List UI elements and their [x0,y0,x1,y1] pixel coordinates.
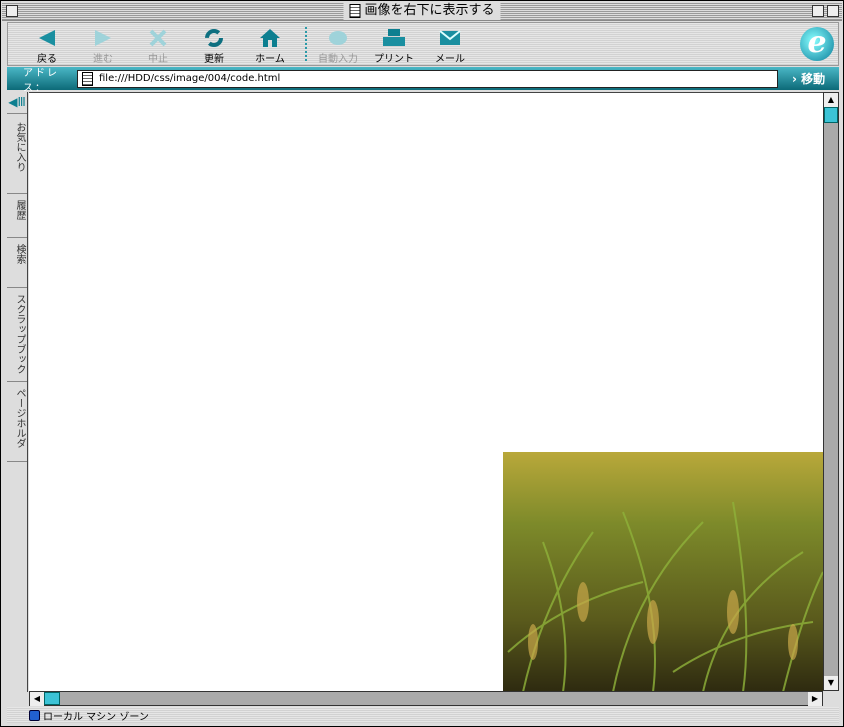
stop-button[interactable]: 中止 [130,26,186,65]
window-title: 画像を右下に表示する [364,3,495,18]
browser-window: 画像を右下に表示する 戻る 進む 中止 更新 ホーム 自動入力 プリント メール… [0,0,844,727]
home-button[interactable]: ホーム [242,26,298,65]
security-zone-text: ローカル マシン ゾーン [43,711,149,723]
close-box[interactable] [6,5,18,17]
address-label: アドレス： [23,67,59,94]
back-button[interactable]: 戻る [19,26,75,65]
vertical-scrollbar[interactable]: ▲ ▼ [823,92,839,691]
stop-x-icon [130,26,186,50]
computer-zone-icon [29,709,40,721]
mail-button[interactable]: メール [422,26,478,65]
autofill-pen-icon [310,26,366,50]
autofill-button[interactable]: 自動入力 [310,26,366,65]
ie-logo: e [800,27,834,61]
scroll-right-arrow-icon[interactable]: ▶ [808,692,822,706]
go-button[interactable]: › 移動 [792,70,825,87]
refresh-icon [186,26,242,50]
printer-icon [366,26,422,50]
collapse-box[interactable] [827,5,839,17]
title-bar[interactable]: 画像を右下に表示する [2,2,842,21]
status-bar: ローカル マシン ゾーン [7,707,839,723]
zoom-box[interactable] [812,5,824,17]
forward-button[interactable]: 進む [75,26,131,65]
refresh-button[interactable]: 更新 [186,26,242,65]
back-arrow-icon [19,26,75,50]
page-content [29,92,823,691]
tab-scrapbook[interactable]: スクラップブック [7,288,27,382]
print-button[interactable]: プリント [366,26,422,65]
scroll-up-arrow-icon[interactable]: ▲ [824,93,838,107]
forward-arrow-icon [75,26,131,50]
rice-field-image [503,452,823,691]
address-bar: アドレス： file:///HDD/css/image/004/code.htm… [7,67,839,94]
tab-history[interactable]: 履歴 [7,194,27,238]
tab-search[interactable]: 検索 [7,238,27,288]
address-url: file:///HDD/css/image/004/code.html [99,73,281,84]
tab-favorites[interactable]: お気に入り [7,116,27,194]
scroll-left-arrow-icon[interactable]: ◀ [30,692,44,706]
document-icon [349,4,361,18]
toolbar-separator [305,27,307,61]
tab-page-holder[interactable]: ページホルダ [7,382,27,462]
toolbar: 戻る 進む 中止 更新 ホーム 自動入力 プリント メール e [7,22,839,66]
horizontal-scroll-thumb[interactable] [44,692,60,705]
page-icon [82,71,93,86]
mail-envelope-icon [422,26,478,50]
horizontal-scrollbar[interactable]: ◀ ▶ [29,691,823,706]
explorer-toggle-icon[interactable]: ◀Ⅲ [7,92,27,114]
vertical-scroll-thumb[interactable] [824,107,838,123]
scroll-down-arrow-icon[interactable]: ▼ [824,676,838,690]
home-icon [242,26,298,50]
explorer-bar: ◀Ⅲ お気に入り 履歴 検索 スクラップブック ページホルダ [7,92,28,692]
address-input[interactable]: file:///HDD/css/image/004/code.html [77,69,778,88]
